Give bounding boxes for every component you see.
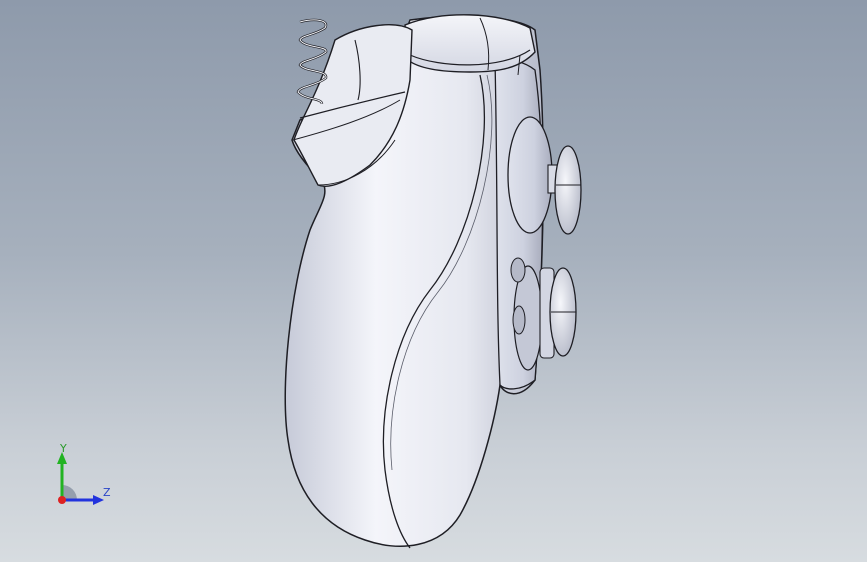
axis-z-label: Z xyxy=(103,486,111,499)
axis-y-label: Y xyxy=(60,442,67,455)
orientation-triad: Y Z xyxy=(40,440,120,510)
controller-3d-model[interactable] xyxy=(0,0,867,562)
upper-stick-base xyxy=(507,116,553,234)
axis-triad-icon xyxy=(57,452,104,505)
graphics-viewport[interactable]: Y Z xyxy=(0,0,867,562)
upper-thumbstick xyxy=(554,145,582,235)
controller-top-cap xyxy=(404,14,536,73)
